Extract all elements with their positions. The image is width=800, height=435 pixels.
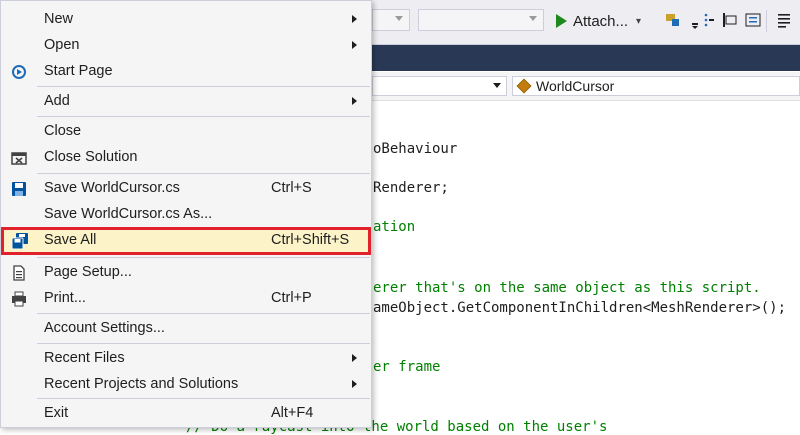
play-icon — [556, 14, 567, 28]
page-setup-icon — [13, 265, 25, 281]
code-line: erer that's on the same object as this s… — [373, 280, 761, 296]
overflow-icon[interactable] — [690, 11, 700, 29]
code-line: oBehaviour — [373, 141, 458, 157]
type-combo[interactable] — [372, 76, 507, 96]
menu-separator — [37, 343, 370, 344]
menu-item-label: Recent Projects and Solutions — [44, 376, 239, 392]
menu-item-label: Save WorldCursor.cs As... — [44, 206, 213, 222]
print-icon — [12, 291, 26, 307]
menu-item-print[interactable]: Print... Ctrl+P — [1, 286, 371, 312]
close-solution-icon — [11, 152, 27, 165]
menu-item-shortcut: Ctrl+Shift+S — [271, 232, 350, 248]
indent-icon[interactable] — [744, 11, 762, 29]
menu-item-label: Save WorldCursor.cs — [44, 180, 180, 196]
menu-item-recent-projects[interactable]: Recent Projects and Solutions — [1, 372, 371, 398]
menu-item-shortcut: Ctrl+P — [271, 290, 312, 306]
save-icon — [12, 182, 26, 196]
align-icon[interactable] — [720, 11, 738, 29]
member-combo[interactable]: WorldCursor — [512, 76, 800, 96]
find-icon[interactable] — [664, 11, 682, 29]
menu-item-label: Exit — [44, 405, 69, 421]
class-member-icon — [516, 78, 532, 94]
menu-item-label: Start Page — [44, 63, 113, 79]
menu-item-label: Page Setup... — [44, 264, 132, 280]
menu-item-exit[interactable]: Exit Alt+F4 — [1, 401, 371, 427]
menu-item-add[interactable]: Add — [1, 89, 371, 115]
menu-separator — [37, 86, 370, 87]
attach-label: Attach... — [573, 12, 629, 30]
breakpoint-icon[interactable] — [703, 11, 715, 29]
menu-item-label: New — [44, 11, 74, 27]
menu-item-label: Print... — [44, 290, 86, 306]
member-combo-label: WorldCursor — [536, 78, 615, 94]
menu-item-label: Close — [44, 123, 82, 139]
menu-item-save[interactable]: Save WorldCursor.cs Ctrl+S — [1, 176, 371, 202]
file-menu: New Open Start Page Add Close Close Solu… — [0, 0, 372, 428]
menu-item-label: Save All — [44, 232, 97, 248]
chevron-down-icon — [395, 16, 403, 21]
menu-item-label: Add — [44, 93, 70, 109]
solution-config-combo[interactable] — [372, 9, 410, 31]
submenu-arrow-icon — [352, 380, 357, 388]
comment-lines-icon[interactable] — [776, 11, 794, 29]
menu-separator — [37, 116, 370, 117]
chevron-down-icon — [529, 16, 537, 21]
chevron-down-icon — [493, 83, 501, 88]
menu-item-close[interactable]: Close — [1, 119, 371, 145]
menu-item-save-all[interactable]: Save All Ctrl+Shift+S — [1, 227, 371, 255]
submenu-arrow-icon — [352, 15, 357, 23]
menu-item-label: Account Settings... — [44, 320, 165, 336]
code-line: Renderer; — [373, 180, 449, 196]
attach-dropdown-icon[interactable]: ▾ — [636, 16, 641, 27]
menu-item-open[interactable]: Open — [1, 33, 371, 59]
menu-item-start-page[interactable]: Start Page — [1, 59, 371, 85]
menu-separator — [37, 398, 370, 399]
menu-item-label: Open — [44, 37, 80, 53]
start-page-icon — [12, 65, 26, 79]
menu-item-save-as[interactable]: Save WorldCursor.cs As... — [1, 202, 371, 228]
menu-item-close-solution[interactable]: Close Solution — [1, 145, 371, 171]
submenu-arrow-icon — [352, 97, 357, 105]
menu-item-label: Recent Files — [44, 350, 125, 366]
menu-item-label: Close Solution — [44, 149, 138, 165]
toolbar-separator — [766, 10, 767, 32]
code-line: er frame — [373, 359, 441, 375]
menu-separator — [37, 257, 370, 258]
menu-item-shortcut: Ctrl+S — [271, 180, 312, 196]
save-all-icon — [11, 233, 28, 249]
platform-combo[interactable] — [418, 9, 544, 31]
submenu-arrow-icon — [352, 41, 357, 49]
code-line: ation — [373, 219, 416, 235]
submenu-arrow-icon — [352, 354, 357, 362]
menu-item-account-settings[interactable]: Account Settings... — [1, 316, 371, 342]
attach-button[interactable]: Attach... ▾ — [556, 10, 641, 32]
menu-separator — [37, 313, 370, 314]
menu-separator — [37, 173, 370, 174]
menu-item-recent-files[interactable]: Recent Files — [1, 346, 371, 372]
menu-item-new[interactable]: New — [1, 7, 371, 33]
menu-item-page-setup[interactable]: Page Setup... — [1, 260, 371, 286]
code-line: ameObject.GetComponentInChildren<MeshRen… — [373, 300, 787, 316]
menu-item-shortcut: Alt+F4 — [271, 405, 314, 421]
